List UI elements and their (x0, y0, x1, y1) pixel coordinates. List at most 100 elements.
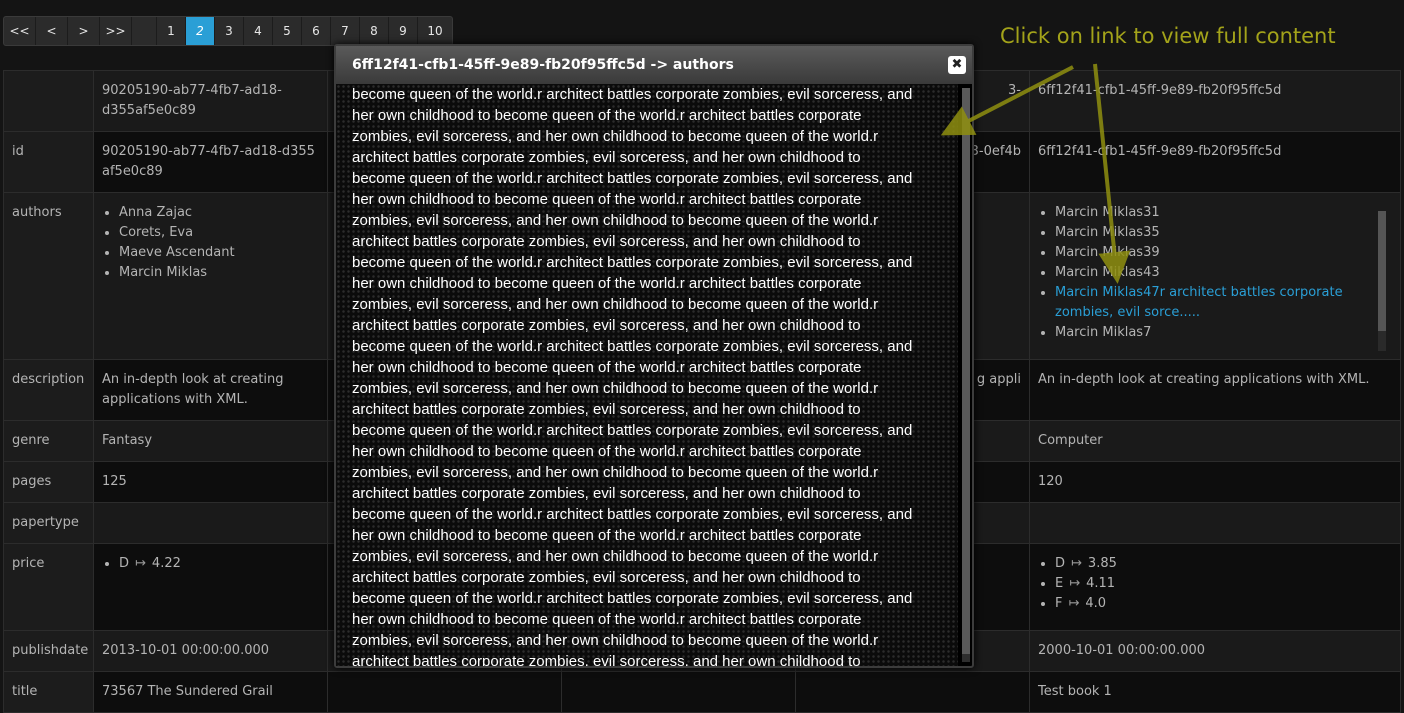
table-cell (1029, 502, 1401, 544)
page-button-7[interactable]: 7 (331, 17, 360, 45)
dialog-content-line: zombies, evil sorceress, and her own chi… (352, 128, 879, 145)
full-content-dialog: 6ff12f41-cfb1-45ff-9e89-fb20f95ffc5d -> … (334, 44, 974, 668)
row-key-title: title (3, 671, 94, 713)
table-cell (795, 671, 1030, 713)
dialog-content-line: zombies, evil sorceress, and her own chi… (352, 212, 879, 229)
row-key-id: id (3, 131, 94, 193)
close-icon[interactable]: ✖ (948, 56, 966, 74)
dialog-content-line: her own childhood to become queen of the… (352, 275, 862, 292)
title-col1: 73567 The Sundered Grail (93, 671, 328, 713)
list-item: Marcin Miklas31 (1055, 203, 1366, 223)
dialog-content-line: her own childhood to become queen of the… (352, 359, 862, 376)
list-item: Marcin Miklas (119, 263, 319, 283)
dialog-content-line: architect battles corporate zombies, evi… (352, 485, 861, 502)
list-item: Marcin Miklas7 (1055, 323, 1366, 343)
authors-col5: Marcin Miklas31 Marcin Miklas35 Marcin M… (1029, 192, 1401, 360)
annotation-callout: Click on link to view full content (1000, 24, 1336, 48)
price-list-col5: D↦3.85 E↦4.11 F↦4.0 (1038, 554, 1392, 614)
page-button-1[interactable]: 1 (157, 17, 186, 45)
pages-col1: 125 (93, 461, 328, 503)
genre-col5: Computer (1029, 420, 1401, 462)
page-button-5[interactable]: 5 (273, 17, 302, 45)
list-item: Marcin Miklas39 (1055, 243, 1366, 263)
authors-list-col1: Anna Zajac Corets, Eva Maeve Ascendant M… (102, 203, 319, 283)
dialog-content-line: her own childhood to become queen of the… (352, 107, 862, 124)
list-item: Marcin Miklas43 (1055, 263, 1366, 283)
dialog-header[interactable]: 6ff12f41-cfb1-45ff-9e89-fb20f95ffc5d -> … (336, 46, 972, 84)
dialog-content-line: her own childhood to become queen of the… (352, 611, 862, 628)
view-full-content-link[interactable]: Marcin Miklas47r architect battles corpo… (1055, 285, 1343, 320)
pagination-spacer (132, 17, 157, 45)
row-key-authors: authors (3, 192, 94, 360)
last-page-button[interactable]: >> (100, 17, 132, 45)
dialog-content-line: become queen of the world.r architect ba… (352, 590, 913, 607)
id-value-col5: 6ff12f41-cfb1-45ff-9e89-fb20f95ffc5d (1029, 131, 1401, 193)
dialog-content-line: architect battles corporate zombies, evi… (352, 233, 861, 250)
dialog-content-line: architect battles corporate zombies, evi… (352, 653, 861, 666)
authors-scrollbar[interactable] (1378, 211, 1386, 351)
list-item: D↦3.85 (1055, 554, 1392, 574)
row-key-description: description (3, 359, 94, 421)
title-col5: Test book 1 (1029, 671, 1401, 713)
authors-scroll-area[interactable]: Marcin Miklas31 Marcin Miklas35 Marcin M… (1038, 203, 1392, 351)
page-button-3[interactable]: 3 (215, 17, 244, 45)
dialog-content-line: architect battles corporate zombies, evi… (352, 569, 861, 586)
scrollbar-thumb[interactable] (962, 88, 970, 654)
dialog-content-line: become queen of the world.r architect ba… (352, 170, 913, 187)
list-item: Maeve Ascendant (119, 243, 319, 263)
dialog-content[interactable]: become queen of the world.r architect ba… (336, 84, 958, 666)
page-button-2-current[interactable]: 2 (186, 17, 215, 45)
page-button-6[interactable]: 6 (302, 17, 331, 45)
table-cell (3, 70, 94, 132)
next-page-button[interactable]: > (68, 17, 100, 45)
page-button-10[interactable]: 10 (418, 17, 452, 45)
list-item: Marcin Miklas35 (1055, 223, 1366, 243)
price-list-col1: D↦4.22 (102, 554, 319, 574)
table-cell (561, 671, 796, 713)
row-key-papertype: papertype (3, 502, 94, 544)
record-uuid-col5: 6ff12f41-cfb1-45ff-9e89-fb20f95ffc5d (1029, 70, 1401, 132)
dialog-content-line: zombies, evil sorceress, and her own chi… (352, 632, 879, 649)
genre-col1: Fantasy (93, 420, 328, 462)
dialog-content-line: her own childhood to become queen of the… (352, 527, 862, 544)
dialog-content-line: become queen of the world.r architect ba… (352, 254, 913, 271)
price-col1: D↦4.22 (93, 543, 328, 631)
pagination: << < > >> 1 2 3 4 5 6 7 8 9 10 (3, 16, 453, 46)
dialog-content-line: become queen of the world.r architect ba… (352, 86, 913, 103)
dialog-title: 6ff12f41-cfb1-45ff-9e89-fb20f95ffc5d -> … (352, 57, 734, 73)
dialog-scrollbar[interactable] (962, 88, 970, 662)
dialog-content-line: become queen of the world.r architect ba… (352, 422, 913, 439)
authors-list-col5: Marcin Miklas31 Marcin Miklas35 Marcin M… (1038, 203, 1392, 343)
row-key-price: price (3, 543, 94, 631)
row-key-genre: genre (3, 420, 94, 462)
dialog-content-line: her own childhood to become queen of the… (352, 191, 862, 208)
list-item: Corets, Eva (119, 223, 319, 243)
table-row-title: title 73567 The Sundered Grail Test book… (3, 671, 1401, 713)
table-cell (93, 502, 328, 544)
publishdate-col1: 2013-10-01 00:00:00.000 (93, 630, 328, 672)
dialog-content-line: architect battles corporate zombies, evi… (352, 401, 861, 418)
pages-col5: 120 (1029, 461, 1401, 503)
list-item: Marcin Miklas47r architect battles corpo… (1055, 283, 1366, 323)
first-page-button[interactable]: << (4, 17, 36, 45)
prev-page-button[interactable]: < (36, 17, 68, 45)
dialog-content-line: become queen of the world.r architect ba… (352, 338, 913, 355)
list-item: D↦4.22 (119, 554, 319, 574)
scrollbar-thumb[interactable] (1378, 211, 1386, 331)
dialog-content-line: her own childhood to become queen of the… (352, 443, 862, 460)
dialog-content-line: zombies, evil sorceress, and her own chi… (352, 464, 879, 481)
publishdate-col5: 2000-10-01 00:00:00.000 (1029, 630, 1401, 672)
price-col5: D↦3.85 E↦4.11 F↦4.0 (1029, 543, 1401, 631)
page-button-9[interactable]: 9 (389, 17, 418, 45)
row-key-publishdate: publishdate (3, 630, 94, 672)
page-button-8[interactable]: 8 (360, 17, 389, 45)
row-key-pages: pages (3, 461, 94, 503)
dialog-content-line: zombies, evil sorceress, and her own chi… (352, 296, 879, 313)
dialog-content-line: architect battles corporate zombies, evi… (352, 149, 861, 166)
page-button-4[interactable]: 4 (244, 17, 273, 45)
table-cell (327, 671, 562, 713)
dialog-content-line: zombies, evil sorceress, and her own chi… (352, 548, 879, 565)
id-value-col1: 90205190-ab77-4fb7-ad18-d355af5e0c89 (93, 131, 328, 193)
authors-col1: Anna Zajac Corets, Eva Maeve Ascendant M… (93, 192, 328, 360)
list-item: F↦4.0 (1055, 594, 1392, 614)
